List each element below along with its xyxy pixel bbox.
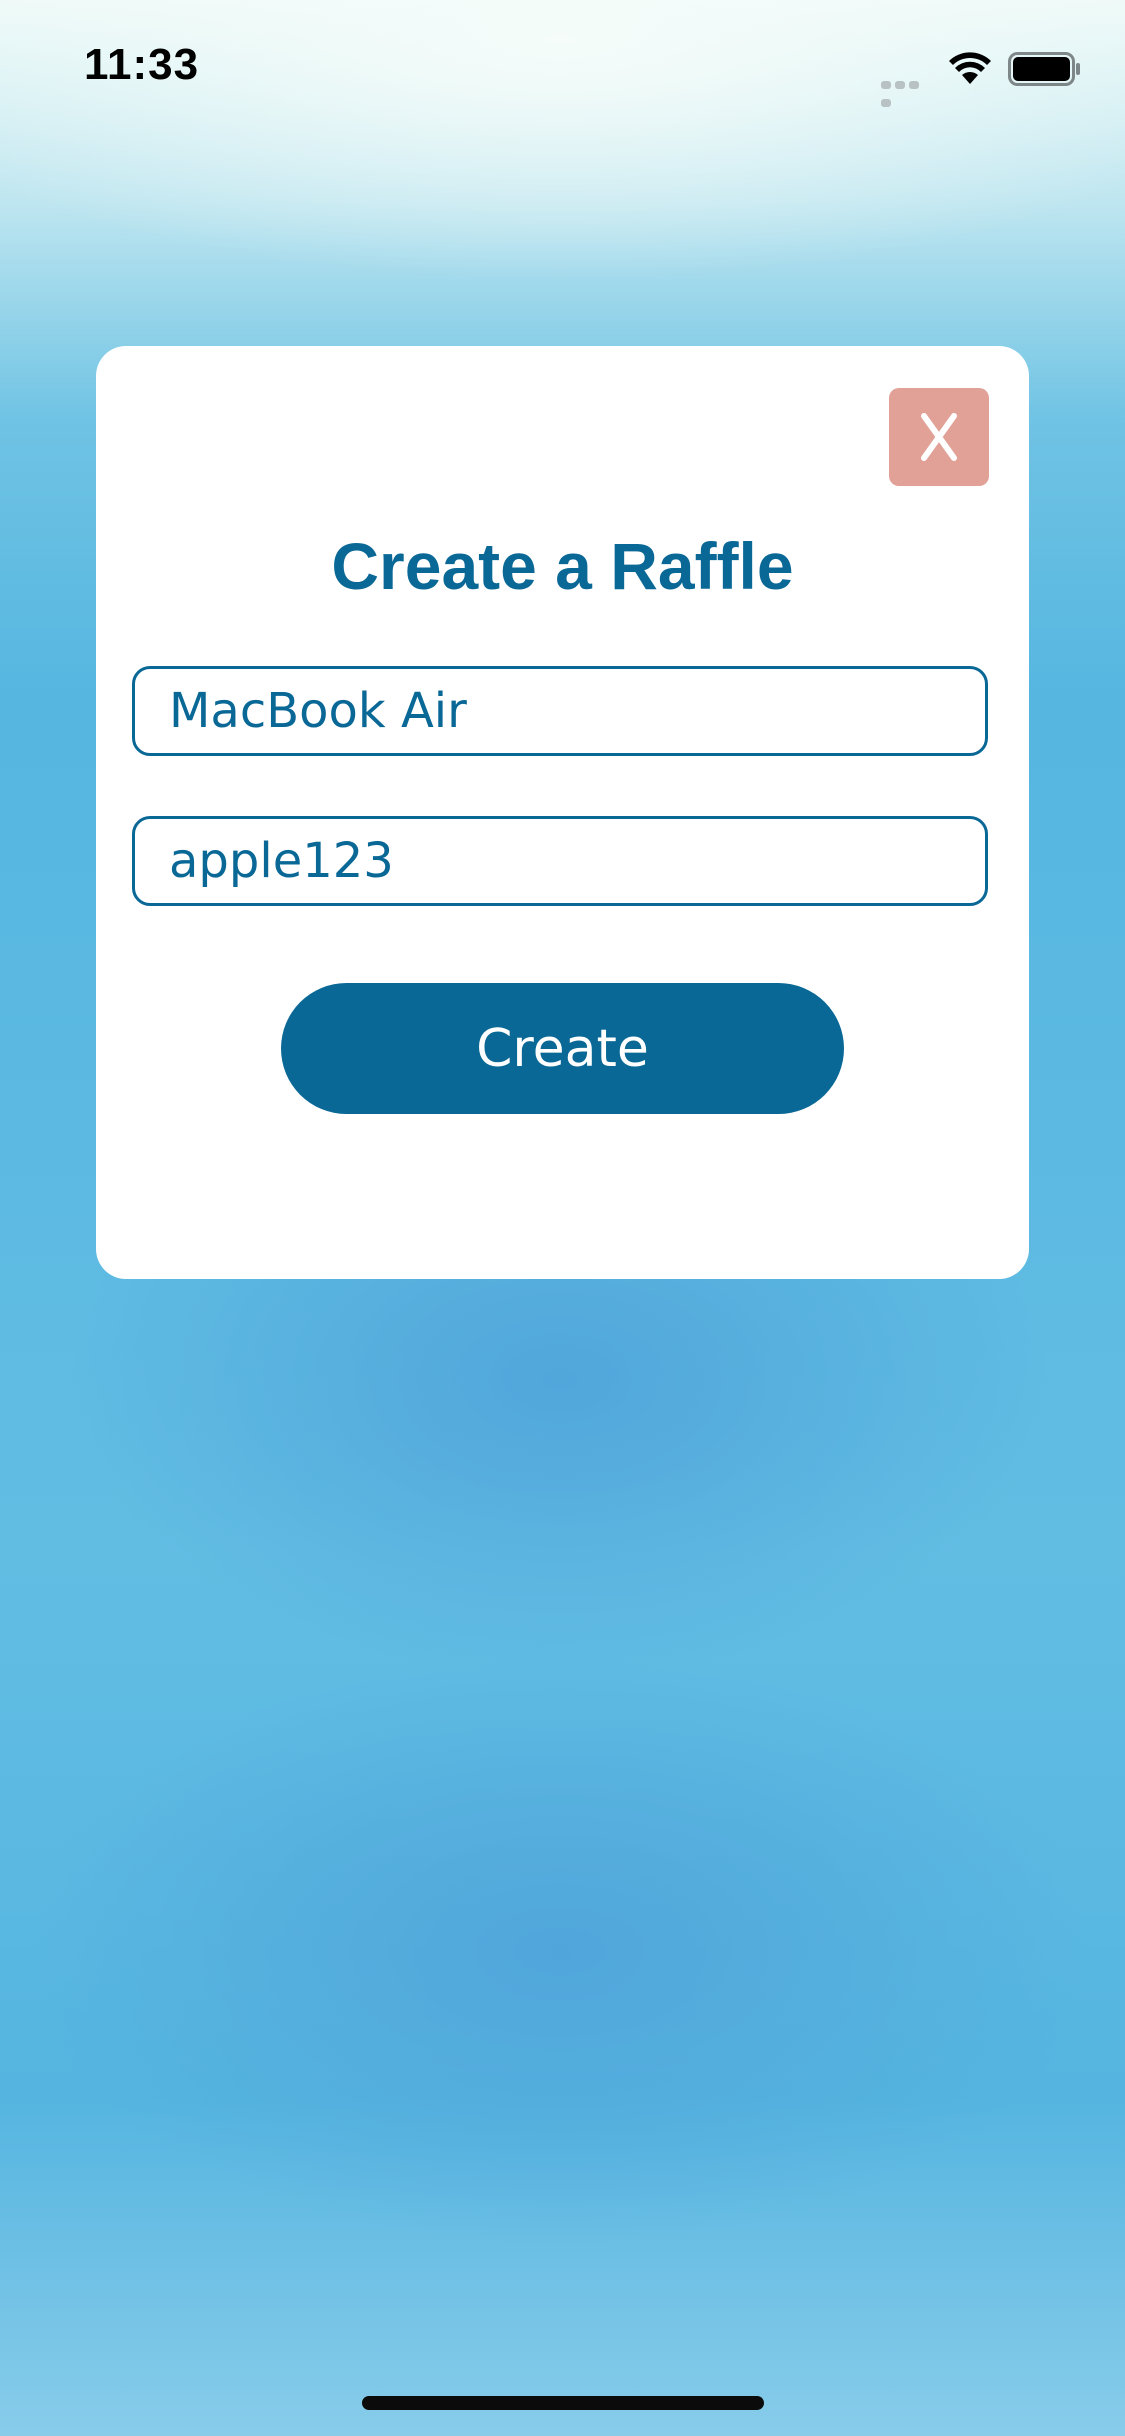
create-button[interactable]: Create [281, 983, 844, 1114]
signal-dots-icon [881, 76, 935, 107]
item-name-input[interactable] [169, 669, 949, 753]
create-raffle-dialog: Create a Raffle Create [96, 346, 1029, 1279]
raffle-code-input[interactable] [169, 819, 949, 903]
page-title: Create a Raffle [331, 529, 794, 603]
battery-icon [1008, 52, 1080, 86]
item-name-field[interactable] [132, 666, 988, 756]
raffle-code-field[interactable] [132, 816, 988, 906]
close-icon [921, 413, 957, 461]
close-button[interactable] [889, 388, 989, 486]
wifi-icon [949, 52, 991, 84]
status-time: 11:33 [84, 40, 200, 89]
status-bar: 11:33 [0, 0, 1125, 130]
home-indicator[interactable] [362, 2396, 764, 2410]
